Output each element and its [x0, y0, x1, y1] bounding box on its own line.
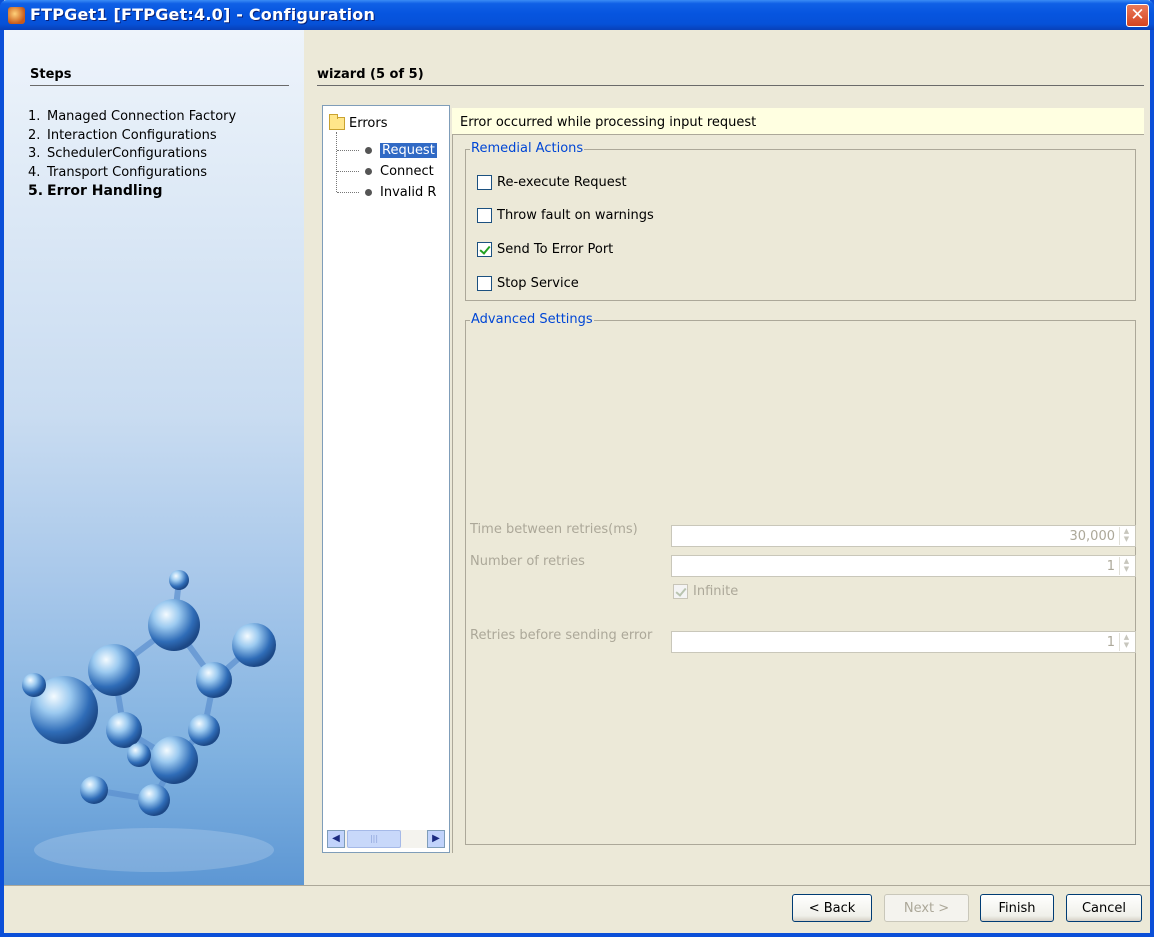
remedial-actions-legend: Remedial Actions	[470, 141, 585, 156]
tree-connector	[337, 171, 359, 172]
window-title: FTPGet1 [FTPGet:4.0] - Configuration	[30, 5, 376, 24]
tree-connector	[336, 132, 337, 192]
number-of-retries-label: Number of retries	[470, 554, 585, 569]
title-bar[interactable]: FTPGet1 [FTPGet:4.0] - Configuration ✕	[0, 0, 1154, 30]
tree-connector	[337, 150, 359, 151]
steps-list: 1. Managed Connection Factory 2. Interacti…	[28, 108, 236, 201]
steps-header: Steps	[30, 67, 289, 86]
scroll-right-icon[interactable]: ▶	[427, 829, 445, 848]
molecule-illustration	[22, 570, 276, 872]
re-execute-request-checkbox[interactable]: Re-execute Request	[477, 175, 627, 190]
finish-button[interactable]: Finish	[980, 894, 1054, 922]
advanced-settings-legend: Advanced Settings	[470, 312, 594, 327]
checkbox-checked-icon	[673, 584, 688, 599]
remedial-actions-group: Remedial Actions Re-execute Request Thro…	[465, 141, 1136, 301]
button-bar: < Back Next > Finish Cancel	[4, 885, 1150, 933]
checkbox-icon[interactable]	[477, 175, 492, 190]
step-item: 1. Managed Connection Factory	[28, 109, 237, 124]
next-button: Next >	[884, 894, 969, 922]
scroll-track[interactable]: |||	[345, 829, 427, 848]
error-description: Error occurred while processing input re…	[452, 108, 1144, 135]
leaf-node-icon	[365, 146, 372, 154]
leaf-node-icon	[365, 167, 372, 175]
tree-item-invalid[interactable]: Invalid R	[365, 183, 436, 201]
tree-item-connect[interactable]: Connect	[365, 162, 434, 180]
step-item-current: 5. Error Handling	[28, 183, 163, 199]
step-item: 3. SchedulerConfigurations	[28, 146, 208, 161]
scroll-left-icon[interactable]: ◀	[327, 829, 345, 848]
steps-sidebar: Steps 1. Managed Connection Factory 2. Int…	[4, 30, 304, 885]
tree-item-request[interactable]: Request	[365, 141, 437, 159]
app-icon	[8, 7, 25, 24]
configuration-window: FTPGet1 [FTPGet:4.0] - Configuration ✕ S…	[0, 0, 1154, 937]
spinner-arrows-icon: ▲ ▼	[1119, 527, 1133, 545]
wizard-header: wizard (5 of 5)	[317, 67, 1144, 86]
throw-fault-checkbox[interactable]: Throw fault on warnings	[477, 208, 654, 223]
retries-before-error-label: Retries before sending error	[470, 628, 653, 643]
checkbox-checked-icon[interactable]	[477, 242, 492, 257]
tree-horizontal-scrollbar[interactable]: ◀ ||| ▶	[327, 829, 445, 848]
advanced-settings-group: Advanced Settings Time between retries(m…	[465, 312, 1136, 845]
back-button[interactable]: < Back	[792, 894, 872, 922]
retries-before-error-spinner: 1 ▲ ▼	[671, 631, 1136, 653]
time-between-retries-spinner: 30,000 ▲ ▼	[671, 525, 1136, 547]
close-button[interactable]: ✕	[1126, 4, 1149, 27]
send-to-error-port-checkbox[interactable]: Send To Error Port	[477, 242, 613, 257]
infinite-checkbox: Infinite	[673, 584, 738, 599]
number-of-retries-spinner: 1 ▲ ▼	[671, 555, 1136, 577]
folder-open-icon	[329, 114, 345, 130]
time-between-retries-label: Time between retries(ms)	[470, 522, 638, 537]
step-item: 2. Interaction Configurations	[28, 127, 217, 143]
tree-root-errors[interactable]: Errors	[329, 114, 387, 131]
scroll-thumb[interactable]: |||	[347, 829, 401, 848]
spinner-arrows-icon: ▲ ▼	[1119, 633, 1133, 651]
cancel-button[interactable]: Cancel	[1066, 894, 1142, 922]
tree-connector	[337, 192, 359, 193]
checkbox-icon[interactable]	[477, 276, 492, 291]
checkbox-icon[interactable]	[477, 208, 492, 223]
leaf-node-icon	[365, 188, 372, 196]
detail-panel: Remedial Actions Re-execute Request Thro…	[452, 135, 1144, 853]
error-tree[interactable]: Errors Request Connect Invalid R ◀ ||| ▶	[322, 105, 450, 853]
step-item: 4. Transport Configurations	[28, 164, 208, 180]
stop-service-checkbox[interactable]: Stop Service	[477, 276, 579, 291]
spinner-arrows-icon: ▲ ▼	[1119, 557, 1133, 575]
